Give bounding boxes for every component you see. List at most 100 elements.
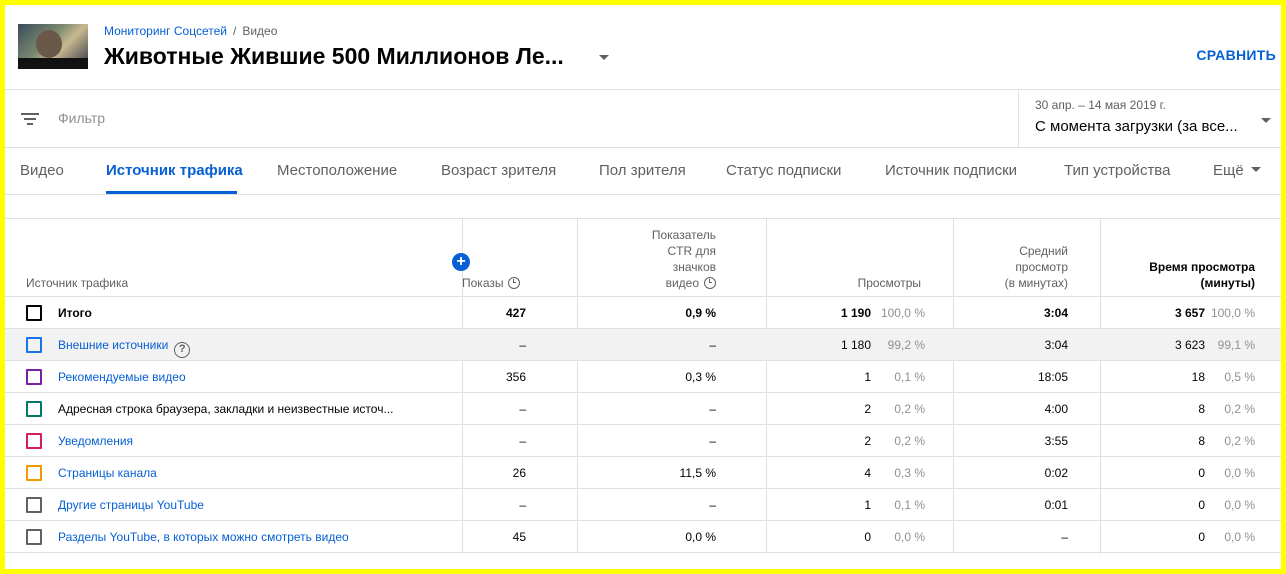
column-header-watch-time[interactable]: Время просмотра (минуты) [1100, 259, 1255, 291]
active-tab-indicator [106, 191, 237, 194]
watch-percent-cell: 0,2 % [1224, 402, 1255, 416]
watch-header-line: Время просмотра [1149, 260, 1255, 274]
tab-traffic-source[interactable]: Источник трафика [106, 162, 243, 179]
tab-video[interactable]: Видео [20, 162, 64, 179]
date-range-selector[interactable]: 30 апр. – 14 мая 2019 г. С момента загру… [1018, 90, 1281, 148]
row-label-text: Уведомления [58, 434, 134, 448]
row-checkbox[interactable] [26, 529, 42, 545]
row-label-text: Разделы YouTube, в которых можно смотрет… [58, 530, 349, 544]
chevron-down-icon [1261, 118, 1271, 123]
column-header-source[interactable]: Источник трафика [26, 275, 128, 291]
views-cell: 1 180 [840, 338, 871, 352]
watch-time-cell: 0 [1198, 466, 1205, 480]
tab-subscription-source[interactable]: Источник подписки [885, 162, 1017, 179]
views-percent-cell: 0,1 % [894, 498, 925, 512]
avg-header-line: Средний [1019, 244, 1068, 258]
views-percent-cell: 0,1 % [894, 370, 925, 384]
video-select-dropdown-icon[interactable] [599, 55, 609, 60]
breadcrumb: Мониторинг Соцсетей / Видео [104, 24, 277, 38]
table-row[interactable]: Адресная строка браузера, закладки и неи… [5, 393, 1281, 425]
row-checkbox[interactable] [26, 433, 42, 449]
row-checkbox[interactable] [26, 337, 42, 353]
table-row[interactable]: Другие страницы YouTube – – 1 0,1 % 0:01 0 0,0 … [5, 489, 1281, 521]
row-label[interactable]: Уведомления [58, 434, 133, 448]
analytics-panel: Мониторинг Соцсетей / Видео Животные Живши… [5, 5, 1281, 569]
breadcrumb-channel-link[interactable]: Мониторинг Соцсетей [104, 24, 227, 38]
avg-view-cell: 3:04 [1044, 338, 1068, 352]
row-checkbox[interactable] [26, 305, 42, 321]
row-checkbox[interactable] [26, 401, 42, 417]
add-metric-button[interactable]: + [452, 253, 470, 271]
avg-view-cell: 3:04 [1043, 306, 1068, 320]
ctr-cell: 0,9 % [685, 306, 716, 320]
impressions-cell: 427 [505, 306, 526, 320]
filter-input[interactable]: Фильтр [58, 110, 105, 126]
avg-view-cell: 4:00 [1044, 402, 1068, 416]
ctr-cell: – [709, 434, 716, 448]
table-row[interactable]: Страницы канала 26 11,5 % 4 0,3 % 0:02 0 0,0 % [5, 457, 1281, 489]
tab-more[interactable]: Ещё [1213, 162, 1244, 179]
watch-header-line: (минуты) [1200, 276, 1255, 290]
table-row[interactable]: Уведомления – – 2 0,2 % 3:55 8 0,2 % [5, 425, 1281, 457]
row-label-text: Рекомендуемые видео [58, 370, 186, 384]
views-cell: 1 190 [840, 306, 871, 320]
watch-percent-cell: 100,0 % [1210, 306, 1255, 320]
total-row[interactable]: Итого 427 0,9 % 1 190 100,0 % 3:04 3 657 100,0 … [5, 297, 1281, 329]
row-checkbox[interactable] [26, 465, 42, 481]
report-tabs: Видео Источник трафика Местоположение Во… [5, 148, 1281, 195]
row-label[interactable]: Внешние источники? [58, 338, 191, 358]
column-header-ctr[interactable]: Показатель CTR для значков видео [577, 227, 716, 291]
date-range-dates: 30 апр. – 14 мая 2019 г. [1035, 98, 1166, 112]
video-thumbnail[interactable] [18, 24, 88, 69]
tab-viewer-age[interactable]: Возраст зрителя [441, 162, 556, 179]
impressions-cell: – [519, 338, 526, 352]
table-row[interactable]: Разделы YouTube, в которых можно смотрет… [5, 521, 1281, 553]
tab-subscription-status[interactable]: Статус подписки [726, 162, 841, 179]
row-label[interactable]: Адресная строка браузера, закладки и неи… [58, 402, 393, 416]
views-percent-cell: 99,2 % [887, 338, 925, 352]
row-label[interactable]: Разделы YouTube, в которых можно смотрет… [58, 530, 349, 544]
watch-percent-cell: 99,1 % [1217, 338, 1255, 352]
column-header-impressions[interactable]: Показы [462, 275, 521, 291]
row-label[interactable]: Страницы канала [58, 466, 157, 480]
ctr-cell: 0,0 % [685, 530, 716, 544]
avg-view-cell: 0:01 [1044, 498, 1068, 512]
ctr-header-line: значков [672, 260, 716, 274]
ctr-header-line: видео [665, 276, 699, 290]
views-percent-cell: 0,2 % [894, 402, 925, 416]
avg-view-cell: 0:02 [1044, 466, 1068, 480]
impressions-cell: 26 [512, 466, 526, 480]
tab-device-type[interactable]: Тип устройства [1064, 162, 1170, 179]
compare-button[interactable]: СРАВНИТЬ [1196, 47, 1276, 63]
watch-percent-cell: 0,0 % [1224, 530, 1255, 544]
views-percent-cell: 0,0 % [894, 530, 925, 544]
video-header: Мониторинг Соцсетей / Видео Животные Живши… [5, 5, 1281, 90]
more-tabs-chevron-icon[interactable] [1251, 167, 1261, 172]
impressions-cell: – [519, 402, 526, 416]
column-header-views[interactable]: Просмотры [766, 275, 921, 291]
row-label[interactable]: Рекомендуемые видео [58, 370, 186, 384]
watch-time-cell: 8 [1198, 402, 1205, 416]
table-row[interactable]: Рекомендуемые видео 356 0,3 % 1 0,1 % 18:05 18… [5, 361, 1281, 393]
row-label-text: Итого [58, 306, 92, 320]
filter-icon[interactable] [21, 112, 39, 126]
help-icon[interactable]: ? [174, 342, 191, 358]
tab-viewer-gender[interactable]: Пол зрителя [599, 162, 686, 179]
views-percent-cell: 0,3 % [894, 466, 925, 480]
watch-percent-cell: 0,0 % [1224, 498, 1255, 512]
row-checkbox[interactable] [26, 369, 42, 385]
avg-header-line: просмотр [1015, 260, 1068, 274]
row-label[interactable]: Другие страницы YouTube [58, 498, 204, 512]
impressions-cell: – [519, 498, 526, 512]
tab-location[interactable]: Местоположение [277, 162, 397, 179]
watch-percent-cell: 0,2 % [1224, 434, 1255, 448]
video-title: Животные Жившие 500 Миллионов Ле... [104, 43, 564, 69]
ctr-header-line: Показатель [651, 228, 716, 242]
row-checkbox[interactable] [26, 497, 42, 513]
table-row[interactable]: Внешние источники? – – 1 180 99,2 % 3:04 3 623… [5, 329, 1281, 361]
watch-time-cell: 8 [1198, 434, 1205, 448]
toolbar-icons [1181, 5, 1261, 9]
clock-icon [704, 277, 716, 289]
avg-header-line: (в минутах) [1004, 276, 1068, 290]
column-header-avg-view[interactable]: Средний просмотр (в минутах) [953, 243, 1068, 291]
